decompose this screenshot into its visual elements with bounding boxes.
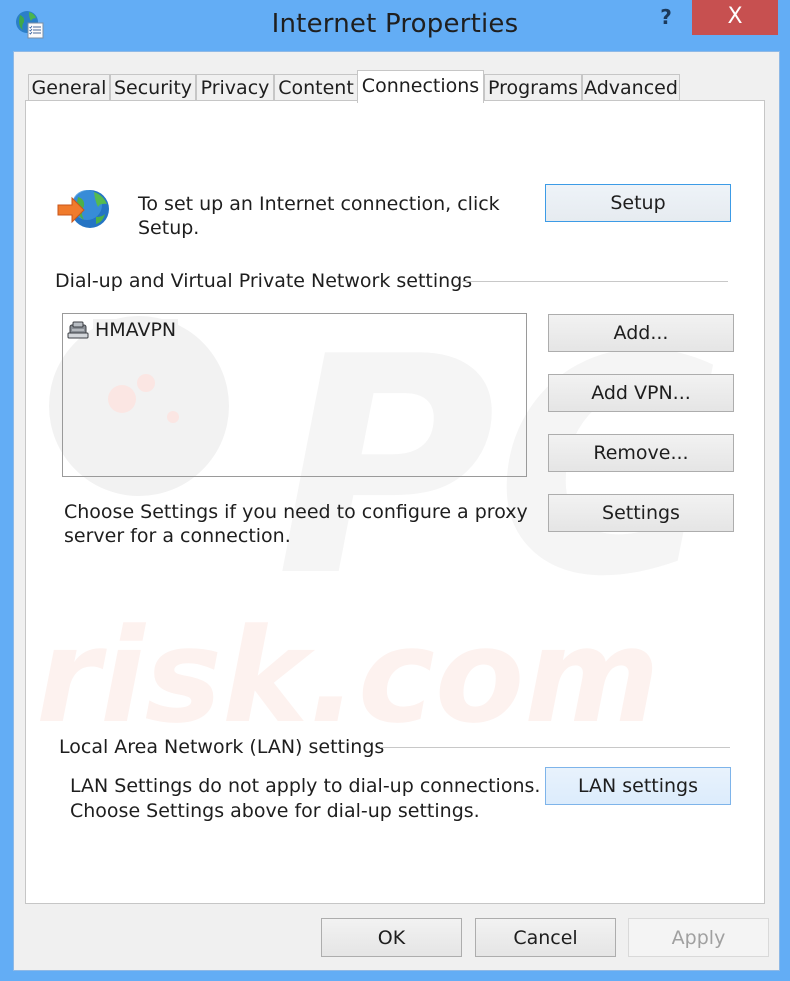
title-bar: Internet Properties ? X bbox=[0, 0, 790, 50]
dialup-group-label: Dial-up and Virtual Private Network sett… bbox=[55, 270, 473, 292]
tab-advanced[interactable]: Advanced bbox=[582, 74, 680, 101]
lan-group-label: Local Area Network (LAN) settings bbox=[59, 736, 385, 758]
dialog-client-area: General Security Privacy Content Connect… bbox=[13, 51, 780, 971]
apply-button: Apply bbox=[628, 918, 769, 957]
proxy-description-line1: Choose Settings if you need to configure… bbox=[64, 501, 528, 523]
tab-security[interactable]: Security bbox=[110, 74, 196, 101]
connections-panel: PC risk.com To set up an Internet connec… bbox=[25, 100, 765, 904]
tab-programs[interactable]: Programs bbox=[484, 74, 582, 101]
list-item[interactable]: HMAVPN bbox=[67, 318, 179, 342]
lan-settings-button[interactable]: LAN settings bbox=[545, 767, 731, 805]
watermark-text-risk: risk.com bbox=[36, 600, 660, 752]
globe-arrow-icon bbox=[57, 190, 109, 228]
lan-description-line2: Choose Settings above for dial-up settin… bbox=[70, 800, 480, 822]
setup-description-line1: To set up an Internet connection, click bbox=[138, 193, 500, 215]
tab-privacy[interactable]: Privacy bbox=[196, 74, 274, 101]
lan-group-divider bbox=[380, 747, 730, 748]
help-button[interactable]: ? bbox=[652, 2, 680, 32]
ok-button[interactable]: OK bbox=[321, 918, 462, 957]
tab-connections[interactable]: Connections bbox=[357, 70, 484, 103]
connection-name: HMAVPN bbox=[93, 319, 179, 341]
proxy-description-line2: server for a connection. bbox=[64, 525, 291, 547]
close-button[interactable]: X bbox=[692, 0, 778, 35]
setup-description-line2: Setup. bbox=[138, 217, 200, 239]
settings-button[interactable]: Settings bbox=[548, 494, 734, 532]
connections-listbox[interactable]: HMAVPN bbox=[62, 313, 527, 477]
vpn-connection-icon bbox=[67, 321, 89, 339]
setup-button[interactable]: Setup bbox=[545, 184, 731, 222]
add-button[interactable]: Add... bbox=[548, 314, 734, 352]
remove-button[interactable]: Remove... bbox=[548, 434, 734, 472]
add-vpn-button[interactable]: Add VPN... bbox=[548, 374, 734, 412]
cancel-button[interactable]: Cancel bbox=[475, 918, 616, 957]
dialup-group-divider bbox=[462, 281, 728, 282]
lan-description-line1: LAN Settings do not apply to dial-up con… bbox=[70, 775, 541, 797]
tab-content[interactable]: Content bbox=[274, 74, 358, 101]
tab-general[interactable]: General bbox=[28, 74, 110, 101]
